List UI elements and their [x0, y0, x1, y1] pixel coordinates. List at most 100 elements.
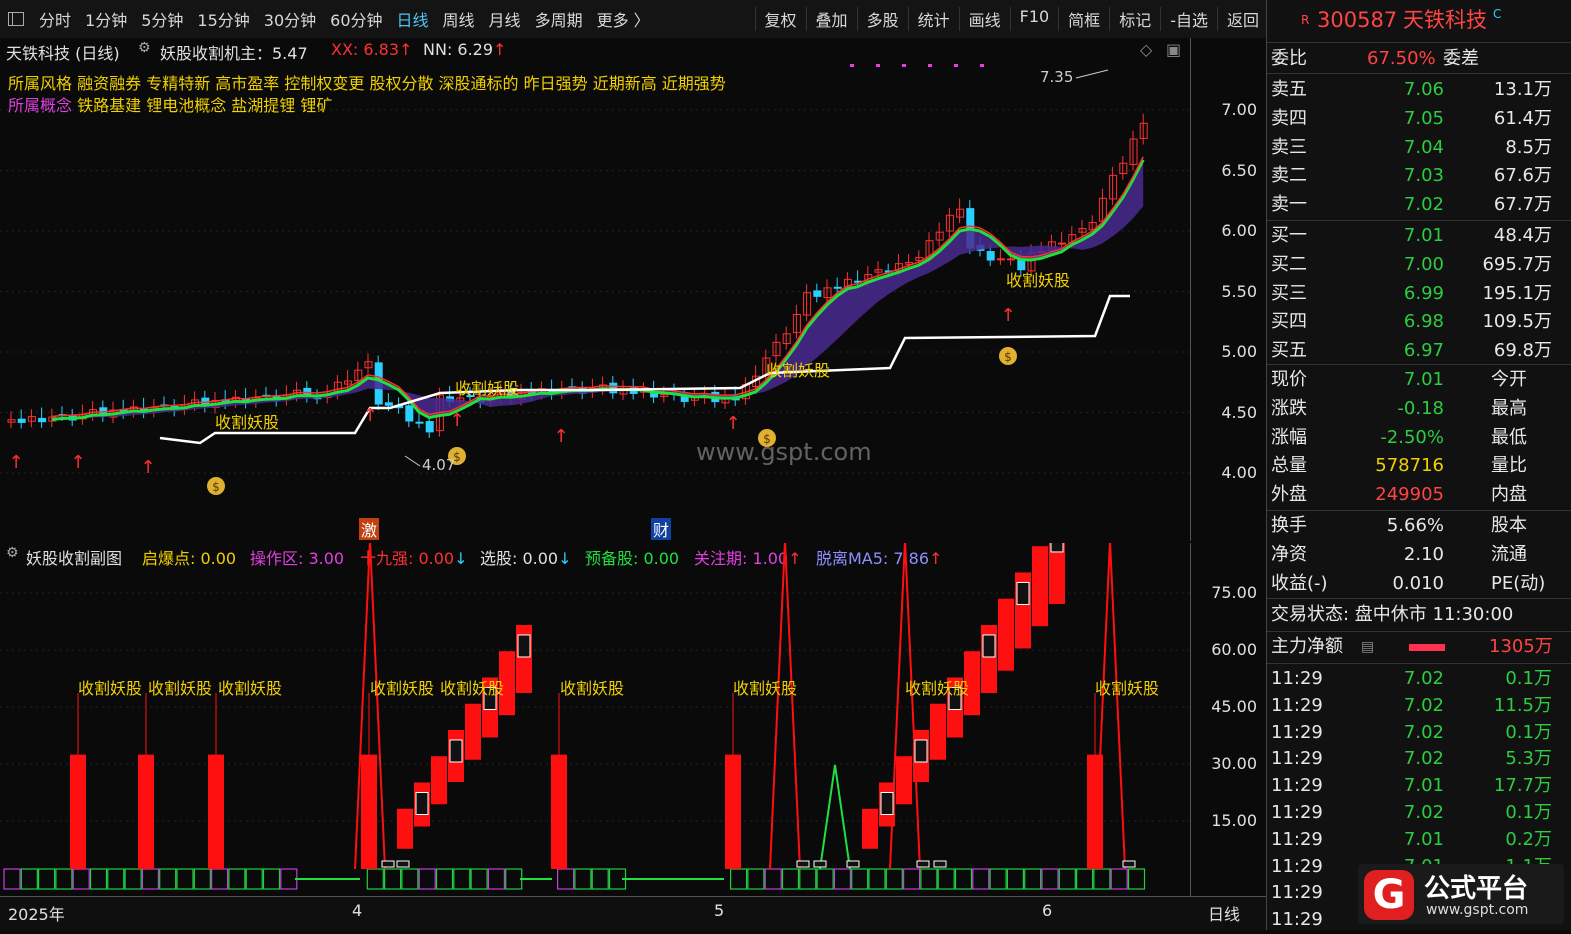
- box-cell: [799, 868, 817, 890]
- trade-status: 交易状态: 盘中休市 11:30:00: [1271, 604, 1514, 625]
- box-cell: [1041, 868, 1059, 890]
- small-marker: [1122, 860, 1136, 868]
- period-tab[interactable]: 1分钟: [78, 7, 134, 31]
- box-cell: [989, 868, 1007, 890]
- tool-button[interactable]: -自选: [1163, 7, 1215, 31]
- tool-button[interactable]: 多股: [860, 7, 906, 31]
- high-note: 7.35: [1040, 68, 1073, 86]
- axis-tick-label: 4.50: [1221, 402, 1257, 422]
- signal-label: 收割妖股: [215, 413, 279, 432]
- box-cell: [851, 868, 869, 890]
- tick-price: 7.02: [1403, 802, 1444, 823]
- stair-block: [998, 598, 1014, 671]
- tool-button[interactable]: 复权: [758, 7, 804, 31]
- axis-tick-label: 15.00: [1211, 811, 1257, 830]
- main-kline-chart[interactable]: 天铁科技 (日线) ⚙ 妖股收割机主：5.47 XX: 6.83↑ NN: 6.…: [0, 38, 1190, 541]
- level-price: 7.05: [1403, 107, 1444, 129]
- period-tab[interactable]: 周线: [436, 7, 482, 31]
- box-cell: [3, 868, 21, 890]
- box-cell: [1093, 868, 1111, 890]
- tick-price: 7.02: [1403, 748, 1444, 770]
- stat-row: 总量 578716 量比: [1267, 452, 1571, 480]
- period-tab[interactable]: 30分钟: [257, 7, 323, 31]
- tool-button[interactable]: F10: [1013, 7, 1057, 31]
- stat-label: 涨幅: [1271, 426, 1307, 448]
- stock-code: 300587: [1317, 8, 1398, 32]
- buy-level: 买一 7.01 48.4万: [1267, 222, 1571, 250]
- tick-time: 11:29: [1271, 668, 1323, 689]
- candle-body: [1058, 242, 1067, 245]
- signal-label: 收割妖股: [766, 361, 830, 380]
- level-label: 卖四: [1271, 107, 1307, 129]
- ma-line-red: [51, 156, 1144, 418]
- signal-label: 收割妖股: [455, 379, 519, 398]
- box-cell: [1058, 868, 1076, 890]
- tick-time: 11:29: [1271, 802, 1323, 823]
- tool-button[interactable]: 统计: [911, 7, 957, 31]
- axis-tick-label: 7.00: [1221, 100, 1257, 119]
- buy-level: 买二 7.00 695.7万: [1267, 251, 1571, 279]
- dot-marker: [850, 64, 854, 67]
- tick-volume: 0.1万: [1505, 802, 1552, 823]
- stat-row: 涨幅 -2.50% 最低: [1267, 424, 1571, 452]
- stat-label-2: 最低: [1491, 426, 1527, 448]
- box-cell: [781, 868, 800, 890]
- small-marker: [916, 860, 930, 868]
- support-step-line: [159, 294, 1130, 445]
- level-price: 7.01: [1403, 225, 1444, 246]
- year-label: 2025年: [8, 905, 65, 924]
- tool-buttons: 复权 叠加 多股 统计 画线 F10 简框 标记 -自选 返回: [753, 7, 1266, 31]
- kline-svg: ↑ ↑ ↑↑ ↑↑↑↑$$$$收割妖股收割妖股收割妖股收割妖股7.354.07激财: [0, 64, 1190, 540]
- signal-label: 收割妖股: [905, 679, 969, 698]
- period-tab[interactable]: 分时: [32, 7, 78, 31]
- period-tab[interactable]: 更多 〉: [590, 7, 657, 31]
- signal-label: 收割妖股: [370, 679, 434, 698]
- box-cell: [729, 868, 748, 890]
- tool-button[interactable]: 画线: [962, 7, 1008, 31]
- period-tab[interactable]: 60分钟: [323, 7, 389, 31]
- tool-button[interactable]: 返回: [1220, 7, 1266, 31]
- tick-row: 11:29 7.02 5.3万: [1267, 745, 1571, 773]
- dot-marker: [928, 64, 932, 67]
- period-tab[interactable]: 5分钟: [134, 7, 190, 31]
- period-toolbar: 分时 1分钟 5分钟 15分钟 30分钟 60分钟 日线 周线 月线 多周期 更多 〉 复权 叠加 多股…: [0, 0, 1266, 39]
- zhuli-bar: [1409, 644, 1445, 651]
- stair-hollow: [449, 739, 463, 763]
- level-price: 6.98: [1403, 311, 1444, 333]
- period-tab[interactable]: 多周期: [528, 7, 590, 31]
- tool-button[interactable]: 简框: [1061, 7, 1107, 31]
- tool-button[interactable]: 标记: [1112, 7, 1158, 31]
- stat-label-2: PE(动): [1491, 572, 1546, 594]
- box-cell: [176, 868, 194, 890]
- sell-level: 卖四 7.05 61.4万: [1267, 105, 1571, 133]
- period-tab[interactable]: 月线: [482, 7, 528, 31]
- signal-bar: [551, 754, 567, 869]
- sell-level: 卖二 7.03 67.6万: [1267, 162, 1571, 190]
- signal-bar: [725, 754, 741, 869]
- dot-marker: [954, 64, 958, 67]
- tick-time: 11:29: [1271, 694, 1323, 716]
- level-price: 7.04: [1403, 136, 1444, 158]
- candle-body: [38, 417, 47, 423]
- period-tab[interactable]: 日线: [390, 7, 436, 31]
- dot-marker: [902, 64, 906, 67]
- box-cell: [89, 868, 108, 890]
- stat-label: 收益(-): [1271, 572, 1328, 594]
- month-6-label: 6: [1042, 901, 1053, 920]
- tick-row: 11:29 7.02 0.1万: [1267, 799, 1571, 827]
- stat-label: 换手: [1271, 515, 1307, 536]
- tool-button[interactable]: 叠加: [809, 7, 855, 31]
- level-price: 7.02: [1403, 194, 1444, 216]
- sub-indicator-chart[interactable]: ⚙ 妖股收割副图 启爆点: 0.00 操作区: 3.00 十九强: 0.00↓ …: [0, 543, 1190, 896]
- tick-price: 7.02: [1403, 721, 1444, 743]
- box-cell: [1024, 868, 1042, 890]
- dot-marker: [876, 64, 880, 67]
- panel-toggle-icon[interactable]: [8, 12, 24, 26]
- period-label[interactable]: 日线: [1208, 901, 1240, 925]
- level-volume: 67.7万: [1493, 194, 1552, 216]
- box-cell: [141, 868, 159, 890]
- period-tab[interactable]: 15分钟: [190, 7, 256, 31]
- r-badge: R: [1301, 13, 1310, 27]
- small-marker: [846, 860, 860, 868]
- watermark: www.gspt.com: [696, 438, 872, 466]
